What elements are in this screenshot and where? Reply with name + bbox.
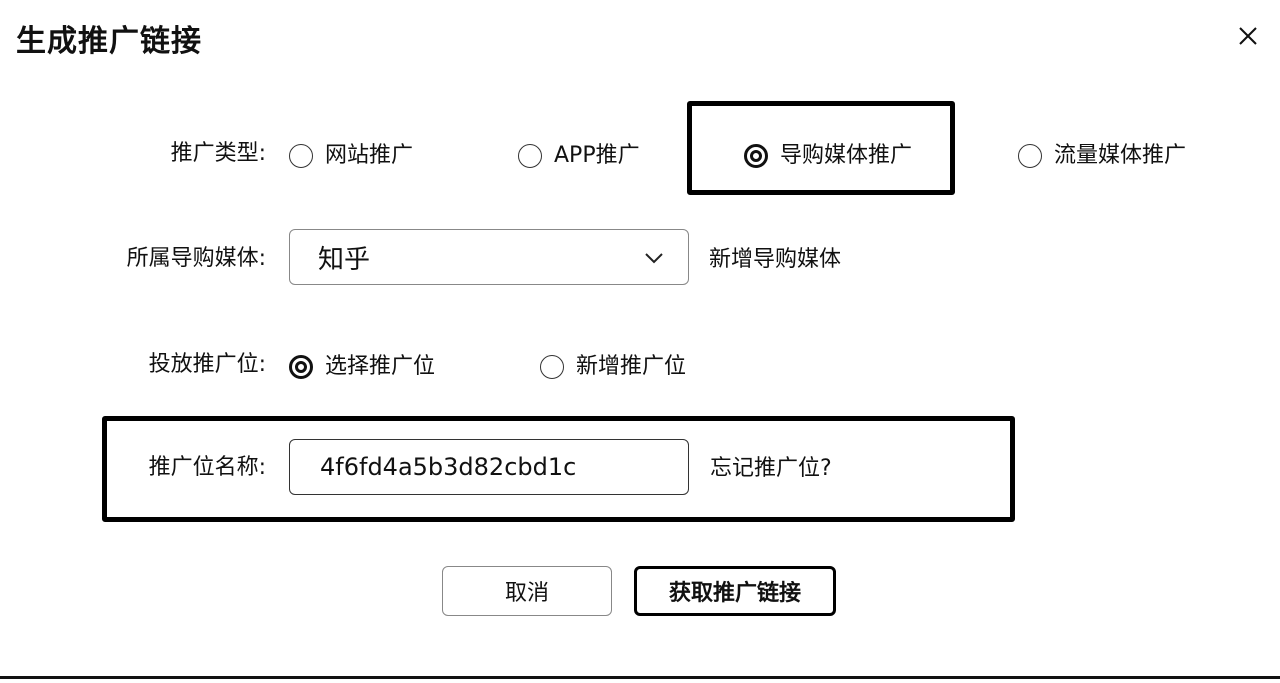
close-icon [1239, 27, 1257, 45]
radio-label: 网站推广 [325, 143, 414, 168]
cancel-button[interactable]: 取消 [442, 566, 612, 616]
promo-type-label: 推广类型: [170, 141, 266, 166]
radio-website-promo[interactable]: 网站推广 [289, 141, 413, 171]
placement-name-input[interactable]: 4f6fd4a5b3d82cbd1c [289, 439, 689, 495]
radio-label: 导购媒体推广 [780, 143, 913, 168]
close-button[interactable] [1232, 20, 1264, 52]
radio-circle-icon [540, 355, 564, 379]
placement-name-label: 推广位名称: [148, 455, 266, 480]
media-select[interactable]: 知乎 [289, 229, 689, 285]
placement-label: 投放推广位: [148, 352, 266, 377]
chevron-down-icon [645, 253, 663, 264]
add-media-link[interactable]: 新增导购媒体 [709, 245, 841, 275]
radio-label: 选择推广位 [325, 354, 436, 379]
radio-select-placement[interactable]: 选择推广位 [289, 352, 435, 382]
dialog-title: 生成推广链接 [16, 24, 202, 59]
divider [0, 676, 1280, 679]
radio-checked-icon [744, 144, 768, 168]
radio-label: 流量媒体推广 [1054, 143, 1187, 168]
radio-app-promo[interactable]: APP推广 [518, 141, 640, 171]
radio-label: APP推广 [554, 143, 640, 168]
radio-label: 新增推广位 [576, 354, 687, 379]
radio-traffic-media-promo[interactable]: 流量媒体推广 [1018, 141, 1186, 171]
media-label: 所属导购媒体: [126, 246, 266, 271]
radio-circle-icon [289, 144, 313, 168]
radio-add-placement[interactable]: 新增推广位 [540, 352, 686, 382]
media-select-value: 知乎 [318, 244, 371, 275]
radio-circle-icon [1018, 144, 1042, 168]
get-promo-link-button[interactable]: 获取推广链接 [634, 566, 836, 616]
radio-checked-icon [289, 355, 313, 379]
radio-circle-icon [518, 144, 542, 168]
forgot-placement-link[interactable]: 忘记推广位? [710, 454, 832, 484]
radio-shopping-media-promo[interactable]: 导购媒体推广 [744, 141, 912, 171]
